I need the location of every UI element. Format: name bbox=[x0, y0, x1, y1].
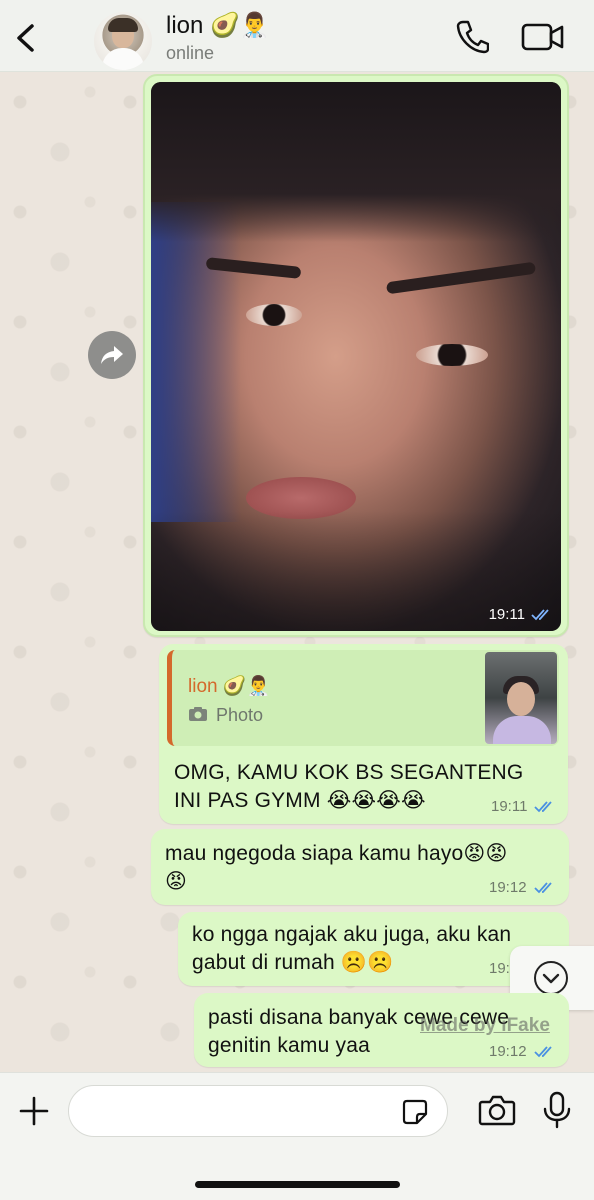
chat-header: lion 🥑👨‍⚕️ online bbox=[0, 0, 594, 72]
plus-icon[interactable] bbox=[18, 1095, 50, 1127]
message-text: gabut di rumah ☹️☹️ bbox=[192, 951, 394, 974]
message-time: 19:11 bbox=[491, 798, 528, 815]
back-chevron-icon[interactable] bbox=[10, 20, 40, 56]
read-ticks-icon bbox=[534, 882, 552, 894]
message-time: 19:12 bbox=[489, 1043, 527, 1060]
watermark: Made by iFake bbox=[420, 1015, 550, 1036]
contact-status: online bbox=[166, 43, 215, 63]
video-call-icon[interactable] bbox=[520, 18, 566, 54]
message-time: 19:12 bbox=[489, 879, 527, 896]
home-indicator bbox=[195, 1181, 400, 1188]
message-text: mau ngegoda siapa kamu hayo😡😡 bbox=[165, 842, 508, 865]
camera-icon bbox=[189, 707, 207, 721]
message-time: 19:11 bbox=[488, 606, 525, 623]
read-ticks-icon bbox=[534, 801, 552, 813]
chevron-down-icon bbox=[534, 961, 568, 995]
quote-thumbnail bbox=[485, 652, 557, 744]
selfie-photo[interactable] bbox=[151, 82, 561, 631]
read-ticks-icon bbox=[531, 609, 549, 621]
sticker-icon[interactable] bbox=[401, 1098, 429, 1126]
quote-label: Photo bbox=[216, 705, 264, 725]
quoted-message[interactable]: lion 🥑👨‍⚕️ Photo bbox=[167, 650, 559, 746]
quote-sender: lion 🥑👨‍⚕️ bbox=[188, 676, 271, 697]
message-text: 😡 bbox=[165, 870, 188, 893]
message-text: OMG, KAMU KOK BS SEGANTENG bbox=[174, 761, 524, 784]
message-text: genitin kamu yaa bbox=[208, 1034, 370, 1057]
forward-arrow-icon bbox=[101, 346, 123, 364]
message-input[interactable] bbox=[68, 1085, 448, 1137]
read-ticks-icon bbox=[534, 1046, 552, 1058]
contact-name[interactable]: lion 🥑👨‍⚕️ bbox=[166, 11, 270, 40]
contact-avatar[interactable] bbox=[94, 12, 152, 70]
text-message[interactable]: mau ngegoda siapa kamu hayo😡😡 😡 19:12 bbox=[151, 829, 569, 905]
message-text: INI PAS GYMM 😭😭😭😭 bbox=[174, 789, 426, 812]
microphone-icon[interactable] bbox=[542, 1091, 572, 1129]
voice-call-icon[interactable] bbox=[455, 18, 489, 54]
camera-icon[interactable] bbox=[478, 1093, 516, 1127]
forward-button[interactable] bbox=[88, 331, 136, 379]
reply-message[interactable]: lion 🥑👨‍⚕️ Photo OMG, KAMU KOK BS SEGANT… bbox=[159, 644, 568, 824]
photo-message[interactable]: 19:11 bbox=[143, 74, 569, 637]
input-bar bbox=[0, 1072, 594, 1200]
message-text: ko ngga ngajak aku juga, aku kan bbox=[192, 923, 512, 946]
